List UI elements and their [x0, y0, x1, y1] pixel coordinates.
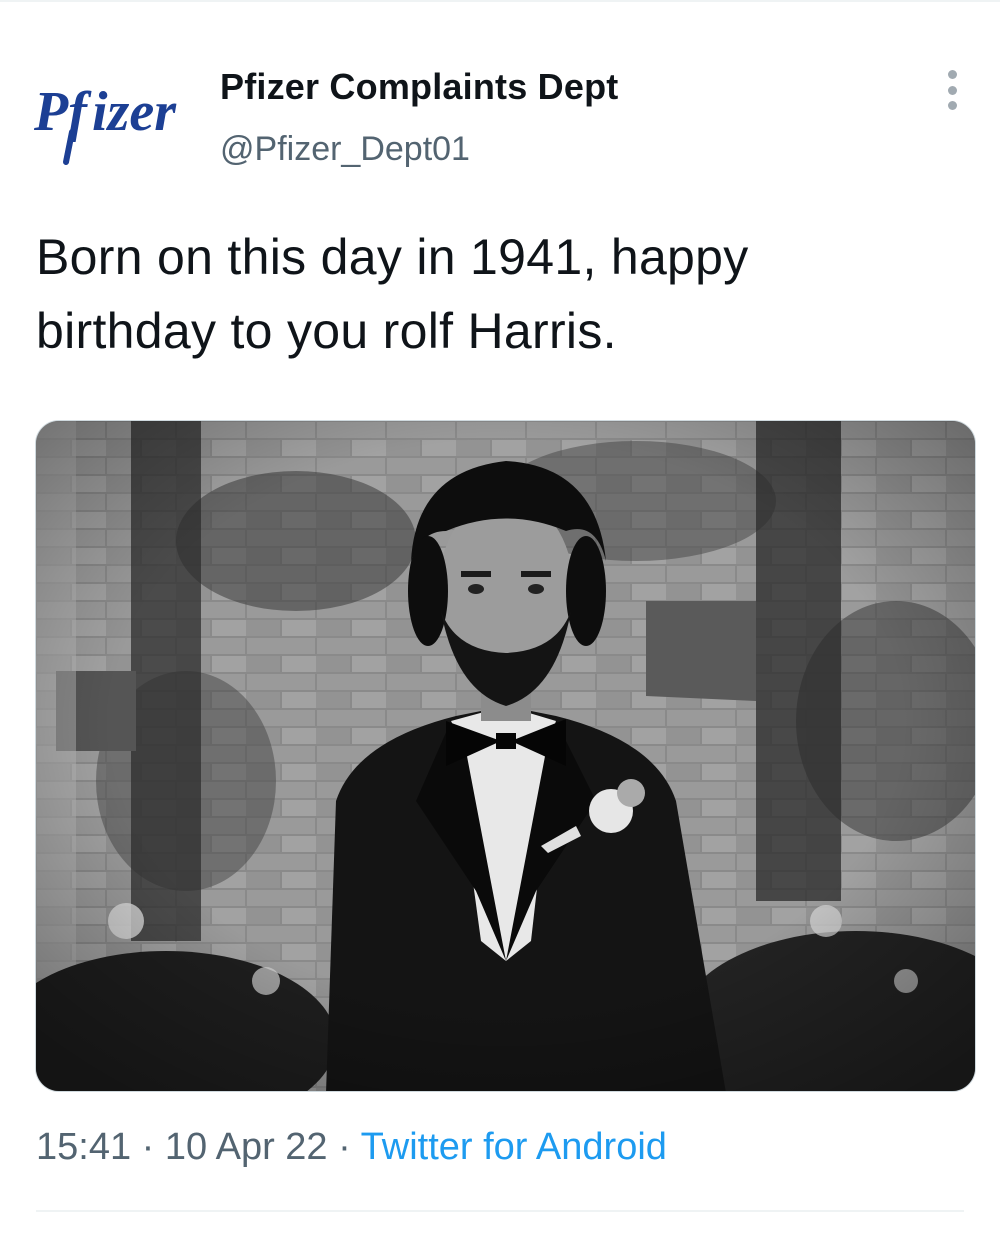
tweet-source-link[interactable]: Twitter for Android	[361, 1126, 667, 1168]
more-vertical-icon	[947, 101, 957, 110]
svg-text:Pf: Pf	[33, 81, 92, 143]
pfizer-logo-icon: Pf izer	[33, 81, 177, 165]
tweet-date[interactable]: 10 Apr 22	[165, 1126, 328, 1168]
more-options-button[interactable]	[932, 66, 972, 114]
tweet-text-line: birthday to you rolf Harris.	[36, 303, 617, 359]
photo-illustration	[36, 421, 975, 1091]
more-vertical-icon	[947, 70, 957, 79]
user-handle[interactable]: @Pfizer_Dept01	[220, 130, 470, 169]
meta-separator: ·	[131, 1126, 165, 1168]
meta-separator: ·	[327, 1126, 361, 1168]
divider	[36, 1210, 964, 1212]
tweet-photo[interactable]	[35, 420, 976, 1092]
tweet-time[interactable]: 15:41	[36, 1126, 131, 1168]
tweet-card: Pf izer Pfizer Complaints Dept @Pfizer_D…	[0, 0, 1000, 1237]
avatar[interactable]: Pf izer	[32, 70, 192, 170]
display-name[interactable]: Pfizer Complaints Dept	[220, 66, 618, 108]
tweet-text: Born on this day in 1941, happy birthday…	[36, 220, 956, 368]
tweet-header: Pf izer Pfizer Complaints Dept @Pfizer_D…	[0, 2, 1000, 202]
more-vertical-icon	[947, 85, 957, 95]
tweet-text-line: Born on this day in 1941, happy	[36, 229, 749, 285]
tweet-meta: 15:41 · 10 Apr 22 · Twitter for Android	[36, 1126, 667, 1169]
svg-text:izer: izer	[92, 81, 177, 143]
